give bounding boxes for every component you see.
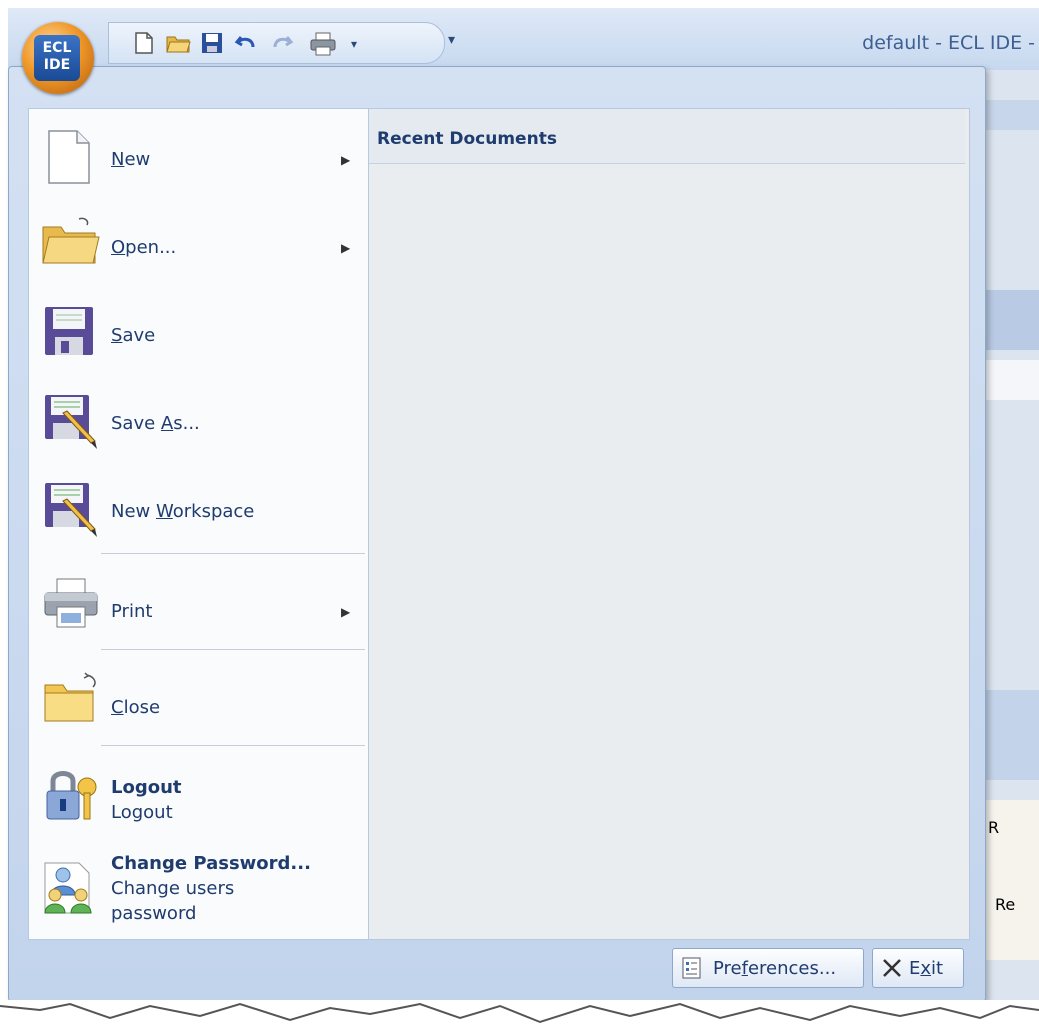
menu-item-label: Save bbox=[111, 325, 156, 346]
menu-command-list: New ▶ Open... ▶ Save Save As... New Work… bbox=[28, 108, 369, 940]
menu-separator bbox=[101, 745, 365, 746]
save-disk-icon bbox=[41, 303, 97, 359]
background-text: Re bbox=[995, 895, 1016, 914]
undo-icon[interactable] bbox=[233, 31, 259, 57]
print-icon[interactable] bbox=[309, 31, 336, 57]
print-dropdown-icon[interactable]: ▾ bbox=[341, 31, 367, 57]
menu-item-new-workspace[interactable]: New Workspace bbox=[29, 465, 369, 549]
logout-description: Logout bbox=[111, 802, 173, 823]
recent-documents-header: Recent Documents bbox=[369, 109, 965, 164]
menu-item-label: Print bbox=[111, 601, 153, 622]
ecl-ide-logo: ECL IDE bbox=[34, 35, 80, 81]
preferences-button[interactable]: Preferences... bbox=[672, 948, 864, 988]
menu-separator bbox=[101, 553, 365, 554]
menu-item-label: New Workspace bbox=[111, 501, 255, 522]
quick-access-toolbar: ▾ bbox=[108, 22, 445, 64]
torn-edge-decoration bbox=[0, 1000, 1039, 1034]
close-icon bbox=[881, 957, 903, 979]
change-password-description: password bbox=[111, 903, 197, 924]
window-title: default - ECL IDE - bbox=[862, 32, 1035, 54]
recent-documents-title: Recent Documents bbox=[377, 129, 557, 149]
close-folder-icon bbox=[41, 671, 97, 727]
new-document-icon[interactable] bbox=[131, 31, 157, 57]
new-document-icon bbox=[41, 127, 97, 184]
save-disk-icon[interactable] bbox=[199, 31, 225, 57]
change-password-title: Change Password... bbox=[111, 853, 311, 874]
exit-label: Exit bbox=[909, 958, 944, 979]
logout-title: Logout bbox=[111, 777, 182, 798]
menu-item-open[interactable]: Open... ▶ bbox=[29, 201, 369, 285]
submenu-arrow-icon: ▶ bbox=[341, 241, 351, 255]
logo-text: ECL bbox=[42, 40, 72, 56]
menu-item-change-password[interactable]: Change Password... Change users password bbox=[29, 841, 369, 937]
background-text: R bbox=[988, 818, 1000, 837]
menu-item-logout[interactable]: Logout Logout bbox=[29, 753, 369, 833]
menu-item-label: New bbox=[111, 149, 151, 170]
title-bar: ▾ ▾ default - ECL IDE - bbox=[8, 8, 1039, 71]
save-as-icon bbox=[41, 391, 97, 449]
menu-item-label: Open... bbox=[111, 237, 177, 258]
menu-item-save-as[interactable]: Save As... bbox=[29, 377, 369, 461]
redo-icon[interactable] bbox=[269, 31, 295, 57]
menu-item-label: Change Password... Change users password bbox=[111, 851, 311, 926]
users-icon bbox=[41, 855, 97, 914]
menu-item-save[interactable]: Save bbox=[29, 289, 369, 373]
menu-item-label: Save As... bbox=[111, 413, 200, 434]
customize-quick-access-icon[interactable]: ▾ bbox=[448, 32, 455, 48]
logo-text: IDE bbox=[43, 57, 71, 73]
preferences-label: Preferences... bbox=[713, 958, 837, 979]
menu-item-label: Close bbox=[111, 697, 161, 718]
open-folder-icon[interactable] bbox=[165, 31, 191, 57]
preferences-icon bbox=[681, 957, 703, 979]
print-icon bbox=[41, 575, 98, 631]
exit-button[interactable]: Exit bbox=[872, 948, 964, 988]
background-window bbox=[985, 70, 1039, 1030]
lock-key-icon bbox=[41, 765, 97, 821]
menu-item-print[interactable]: Print ▶ bbox=[29, 561, 369, 645]
submenu-arrow-icon: ▶ bbox=[341, 153, 351, 167]
recent-documents-pane: Recent Documents bbox=[368, 108, 970, 940]
new-workspace-icon bbox=[41, 479, 97, 537]
submenu-arrow-icon: ▶ bbox=[341, 605, 351, 619]
menu-item-new[interactable]: New ▶ bbox=[29, 113, 369, 197]
application-button[interactable]: ECL IDE bbox=[22, 22, 94, 94]
menu-item-label: Logout Logout bbox=[111, 775, 182, 825]
open-folder-icon bbox=[41, 215, 100, 271]
menu-separator bbox=[101, 649, 365, 650]
menu-item-close[interactable]: Close bbox=[29, 657, 369, 741]
change-password-description: Change users bbox=[111, 878, 235, 899]
